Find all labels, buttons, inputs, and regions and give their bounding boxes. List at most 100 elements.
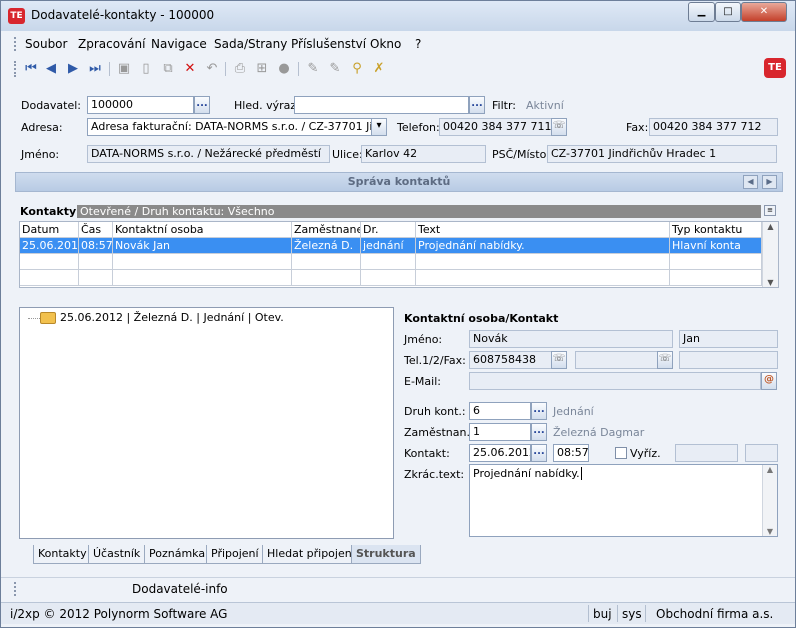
ulice-label: Ulice: [332, 148, 363, 161]
print-icon[interactable]: ⎙ [232, 61, 248, 77]
phone-icon[interactable]: ☏ [551, 351, 567, 369]
phone-icon[interactable]: ☏ [551, 118, 567, 136]
tel2-field[interactable] [575, 351, 658, 369]
menu-prislusenstvi[interactable]: Příslušenství [291, 37, 366, 51]
column-header[interactable]: Typ kontaktu [670, 222, 762, 238]
detail-fax-field[interactable] [679, 351, 778, 369]
close-button[interactable]: ✕ [741, 2, 787, 22]
edit-pen-icon[interactable]: ✎ [305, 61, 321, 77]
dodavatel-label: Dodavatel: [21, 99, 82, 112]
status-copyright: i/2xp © 2012 Polynorm Software AG [10, 607, 228, 621]
column-header[interactable]: Čas [79, 222, 113, 238]
column-header[interactable]: Datum [20, 222, 79, 238]
section-title: Správa kontaktů [347, 175, 451, 188]
tab-pripojeni[interactable]: Připojení [206, 545, 264, 564]
contacts-grid: Datum Čas Kontaktní osoba Zaměstnanec Dr… [19, 221, 779, 288]
new-document-icon[interactable]: ▯ [138, 61, 154, 77]
email-icon[interactable]: @ [761, 372, 777, 390]
status-bar: i/2xp © 2012 Polynorm Software AG buj sy… [1, 602, 795, 624]
filter-icon[interactable]: ⚲ [349, 61, 365, 77]
section-next-icon[interactable]: ▶ [762, 175, 777, 189]
vyriz-date-field [675, 444, 738, 462]
first-record-icon[interactable]: ⏮ [23, 61, 39, 77]
telefon-label: Telefon: [397, 121, 440, 134]
adresa-select[interactable]: Adresa fakturační: DATA-NORMS s.r.o. / C… [87, 118, 373, 136]
tree-item[interactable]: 25.06.2012 | Železná D. | Jednání | Otev… [60, 311, 284, 324]
grid-options-icon[interactable]: ≡ [764, 205, 776, 216]
scroll-up-icon[interactable]: ▲ [763, 465, 777, 474]
kontakt-label: Kontakt: [404, 447, 450, 460]
search-input[interactable] [294, 96, 469, 114]
next-record-icon[interactable]: ▶ [65, 61, 81, 77]
date-picker-button[interactable]: ... [531, 444, 547, 462]
app-logo-icon: TE [8, 8, 25, 24]
kontakt-date-input[interactable]: 25.06.2012 [469, 444, 531, 462]
window-title: Dodavatelé-kontakty - 100000 [31, 8, 215, 22]
tel1-field[interactable]: 608758438 [469, 351, 552, 369]
infobar-grip [14, 582, 16, 596]
zkrac-textarea[interactable]: Projednání nabídky. ▲ ▼ [469, 464, 778, 537]
prijmeni-field[interactable]: Novák [469, 330, 673, 348]
scroll-down-icon[interactable]: ▼ [763, 278, 778, 287]
structure-icon[interactable]: ⊞ [254, 61, 270, 77]
tab-struktura[interactable]: Struktura [351, 545, 421, 564]
section-prev-icon[interactable]: ◀ [743, 175, 758, 189]
phone-icon[interactable]: ☏ [657, 351, 673, 369]
menu-zpracovani[interactable]: Zpracování [78, 37, 145, 51]
last-record-icon[interactable]: ⏭ [87, 61, 103, 77]
maximize-button[interactable]: □ [715, 2, 741, 22]
delete-icon[interactable]: ✕ [182, 61, 198, 77]
column-header[interactable]: Zaměstnanec [292, 222, 361, 238]
zam-input[interactable]: 1 [469, 423, 531, 441]
previous-record-icon[interactable]: ◀ [43, 61, 59, 77]
menu-sada-strany[interactable]: Sada/Strany [214, 37, 287, 51]
structure-tree: 25.06.2012 | Železná D. | Jednání | Otev… [19, 307, 394, 539]
table-row-empty [20, 270, 762, 286]
menu-help[interactable]: ? [415, 37, 421, 51]
folder-icon [40, 312, 56, 324]
dodavatel-lookup-button[interactable]: ... [194, 96, 210, 114]
table-row[interactable]: 25.06.2012 08:57 Novák Jan Železná D. je… [20, 238, 762, 254]
application-window: TE Dodavatelé-kontakty - 100000 ▁ □ ✕ So… [0, 0, 796, 628]
zkrac-label: Zkrác.text: [404, 468, 465, 481]
kontakt-time-input[interactable]: 08:57 [553, 444, 589, 462]
info-label[interactable]: Dodavatelé-info [132, 582, 228, 596]
menu-okno[interactable]: Okno [370, 37, 401, 51]
chevron-down-icon[interactable]: ▾ [371, 118, 387, 136]
tab-ucastnik[interactable]: Účastník [88, 545, 146, 564]
krestni-field[interactable]: Jan [679, 330, 778, 348]
column-header[interactable]: Text [416, 222, 670, 238]
undo-icon[interactable]: ↶ [204, 61, 220, 77]
tab-hledat-pripojeni[interactable]: Hledat připojení [262, 545, 360, 564]
menu-soubor[interactable]: Soubor [25, 37, 67, 51]
detail-title: Kontaktní osoba/Kontakt [404, 312, 559, 325]
column-header[interactable]: Dr. [361, 222, 416, 238]
email-field[interactable] [469, 372, 761, 390]
filtr-value: Aktivní [526, 99, 564, 112]
druh-lookup-button[interactable]: ... [531, 402, 547, 420]
save-icon[interactable]: ▣ [116, 61, 132, 77]
textarea-scrollbar[interactable]: ▲ ▼ [762, 465, 777, 536]
tab-kontakty[interactable]: Kontakty [33, 545, 92, 564]
grid-scrollbar[interactable]: ▲ ▼ [762, 222, 778, 287]
search-lookup-button[interactable]: ... [469, 96, 485, 114]
copy-icon[interactable]: ⧉ [160, 61, 176, 77]
druh-input[interactable]: 6 [469, 402, 531, 420]
zam-lookup-button[interactable]: ... [531, 423, 547, 441]
scroll-up-icon[interactable]: ▲ [763, 222, 778, 231]
adresa-label: Adresa: [21, 121, 63, 134]
clear-filter-icon[interactable]: ✗ [371, 61, 387, 77]
dodavatel-input[interactable]: 100000 [87, 96, 194, 114]
toolbar: ⏮ ◀ ▶ ⏭ ▣ ▯ ⧉ ✕ ↶ ⎙ ⊞ ● ✎ ✎ ⚲ ✗ [1, 56, 795, 82]
edit-pen2-icon[interactable]: ✎ [327, 61, 343, 77]
column-header[interactable]: Kontaktní osoba [113, 222, 292, 238]
tab-poznamka[interactable]: Poznámka [144, 545, 211, 564]
fax-label: Fax: [626, 121, 649, 134]
hled-label: Hled. výraz: [234, 99, 300, 112]
minimize-button[interactable]: ▁ [688, 2, 715, 22]
status-user: buj [593, 607, 612, 621]
scroll-down-icon[interactable]: ▼ [763, 527, 777, 536]
menu-navigace[interactable]: Navigace [151, 37, 207, 51]
disabled-icon[interactable]: ● [276, 61, 292, 77]
vyriz-checkbox[interactable] [615, 447, 627, 459]
